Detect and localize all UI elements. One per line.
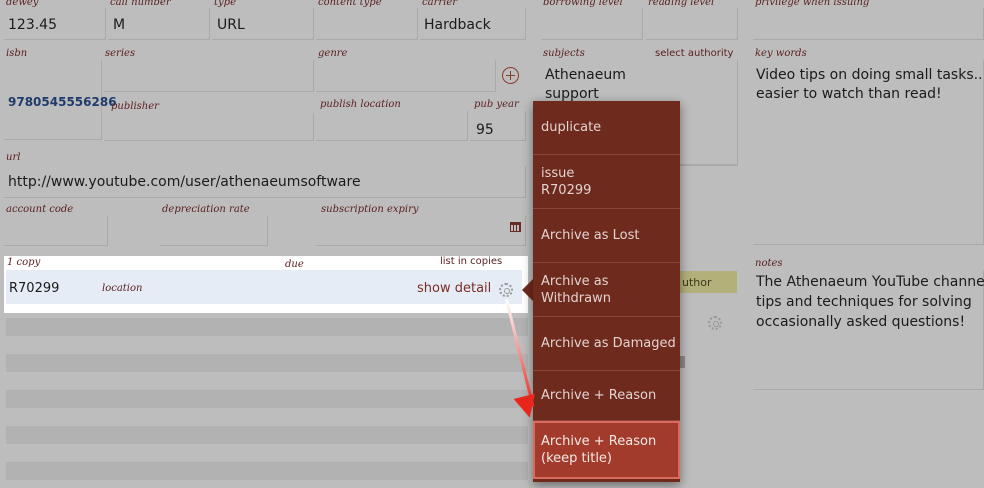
menu-item-label: Archive + Reason	[541, 388, 657, 403]
menu-item-archive-lost[interactable]: Archive as Lost	[533, 209, 680, 263]
url-label: url	[6, 152, 21, 163]
menu-item-archive-reason[interactable]: Archive + Reason	[533, 371, 680, 421]
key-words-value-line1: Video tips on doing small tasks...it's	[756, 67, 984, 83]
copy-gear-icon[interactable]	[499, 283, 513, 297]
call-number-label: call number	[110, 0, 171, 8]
menu-item-label: duplicate	[541, 120, 602, 135]
menu-item-label: Archive as Withdrawn	[541, 273, 611, 306]
isbn-label: isbn	[6, 48, 28, 59]
notes-value-line3: occasionally asked questions!	[756, 314, 966, 330]
carrier-value: Hardback	[424, 17, 491, 33]
scroll-marker	[680, 356, 685, 368]
list-item	[6, 426, 528, 444]
depreciation-rate-field[interactable]	[160, 216, 268, 246]
account-code-field[interactable]	[4, 216, 108, 246]
subjects-value-line1: Athenaeum	[545, 67, 626, 83]
subjects-value-line2: support	[545, 86, 599, 102]
copy-count-label: 1 copy	[7, 257, 41, 268]
menu-item-issue[interactable]: issue R70299	[533, 155, 680, 209]
url-value: http://www.youtube.com/user/athenaeumsof…	[8, 174, 361, 190]
isbn-value: 9780545556286	[8, 95, 117, 109]
genre-field[interactable]	[316, 60, 496, 92]
menu-item-sub: R70299	[541, 182, 592, 198]
reading-level-field[interactable]	[646, 8, 738, 40]
subscription-expiry-field[interactable]	[316, 216, 526, 246]
notes-value-line1: The Athenaeum YouTube channel ha	[756, 274, 984, 290]
key-words-label: key words	[755, 48, 807, 59]
pub-year-label: pub year	[474, 99, 519, 110]
menu-item-label: Archive as Damaged	[541, 336, 676, 351]
list-item	[6, 390, 528, 408]
publish-location-label: publish location	[320, 99, 401, 110]
due-label: due	[285, 259, 304, 270]
content-type-label: content type	[318, 0, 382, 8]
privilege-field[interactable]	[753, 8, 984, 40]
author-gear-icon[interactable]	[708, 316, 722, 330]
pub-year-value: 95	[476, 122, 494, 138]
depreciation-rate-label: depreciation rate	[162, 204, 250, 215]
key-words-value-line2: easier to watch than read!	[756, 86, 942, 102]
dewey-label: dewey	[6, 0, 39, 8]
content-type-field[interactable]	[316, 8, 418, 40]
menu-item-label: issue	[541, 165, 575, 181]
list-item	[6, 354, 528, 372]
author-tab-label: uthor	[682, 276, 712, 289]
list-item	[6, 462, 528, 480]
menu-item-label: Archive as Lost	[541, 228, 640, 243]
calendar-icon[interactable]	[510, 222, 521, 232]
publisher-field[interactable]	[104, 113, 314, 141]
carrier-label: carrier	[422, 0, 458, 8]
account-code-label: account code	[6, 204, 74, 215]
notes-label: notes	[755, 258, 783, 269]
menu-caret	[522, 279, 533, 301]
notes-value-line2: tips and techniques for solving	[756, 294, 972, 310]
show-detail-link[interactable]: show detail	[417, 281, 491, 296]
publish-location-field[interactable]	[316, 111, 468, 141]
type-label: type	[214, 0, 236, 8]
publisher-label: publisher	[111, 101, 159, 112]
list-item	[6, 318, 528, 336]
type-value: URL	[217, 17, 245, 33]
privilege-label: privilege when issuing	[755, 0, 870, 8]
series-field[interactable]	[104, 60, 314, 92]
add-genre-icon[interactable]	[502, 67, 519, 84]
copy-location-label: location	[102, 283, 143, 294]
reading-level-label: reading level	[648, 0, 715, 8]
borrowing-level-field[interactable]	[541, 8, 643, 40]
genre-label: genre	[318, 48, 348, 59]
menu-item-duplicate[interactable]: duplicate	[533, 101, 680, 155]
select-authority-link[interactable]: select authority	[655, 48, 733, 59]
menu-item-archive-damaged[interactable]: Archive as Damaged	[533, 317, 680, 371]
call-number-value: M	[113, 17, 126, 33]
menu-highlight-frame	[533, 421, 680, 479]
borrowing-level-label: borrowing level	[543, 0, 623, 8]
copy-barcode: R70299	[9, 281, 60, 296]
series-label: series	[105, 48, 136, 59]
subscription-expiry-label: subscription expiry	[321, 204, 419, 215]
menu-item-archive-withdrawn[interactable]: Archive as Withdrawn	[533, 263, 680, 317]
subjects-label: subjects	[543, 48, 585, 59]
list-in-copies-link[interactable]: list in copies	[440, 256, 502, 267]
dewey-value: 123.45	[8, 17, 57, 33]
